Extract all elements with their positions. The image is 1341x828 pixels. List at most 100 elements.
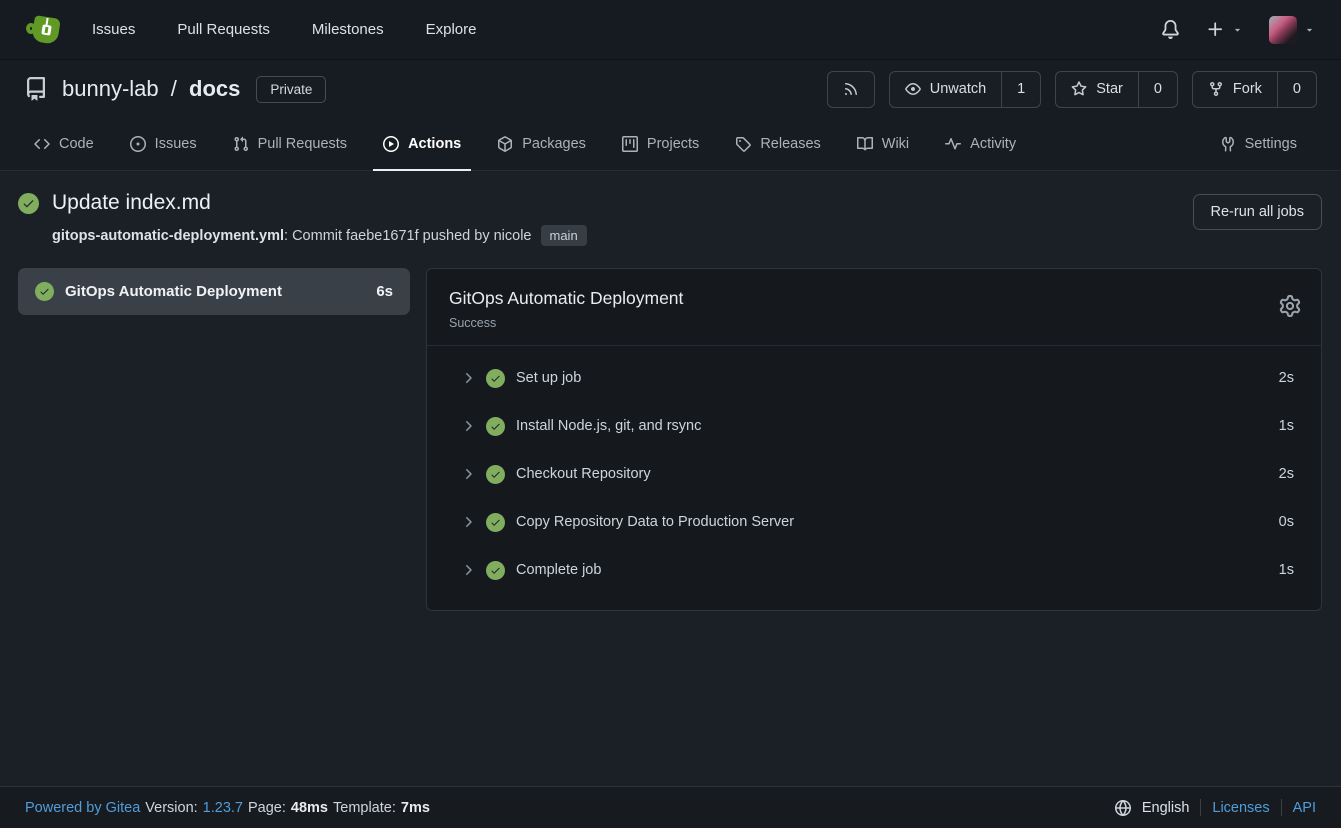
caret-down-icon	[1304, 24, 1315, 35]
branch-badge[interactable]: main	[541, 225, 587, 246]
step-name: Install Node.js, git, and rsync	[516, 418, 701, 434]
step-duration: 2s	[1279, 370, 1294, 386]
repo-title-row: bunny-lab / docs Private Unwatch 1	[24, 60, 1317, 118]
licenses-link[interactable]: Licenses	[1212, 800, 1269, 816]
star-label: Star	[1096, 81, 1123, 97]
success-check-icon	[35, 282, 54, 301]
job-detail-panel: GitOps Automatic Deployment Success Set …	[426, 268, 1322, 611]
page-time: 48ms	[291, 800, 328, 816]
language-selector[interactable]: English	[1142, 800, 1190, 816]
user-avatar	[1269, 16, 1297, 44]
template-label: Template:	[333, 800, 396, 816]
gear-icon[interactable]	[1279, 295, 1301, 317]
private-badge: Private	[256, 76, 326, 103]
tools-icon	[1220, 136, 1236, 152]
chevron-right-icon[interactable]	[460, 514, 476, 530]
watch-count[interactable]: 1	[1001, 72, 1040, 107]
fork-button[interactable]: Fork	[1193, 72, 1277, 107]
repo-name-link[interactable]: docs	[189, 76, 240, 101]
plus-icon	[1206, 20, 1225, 39]
tag-icon	[735, 136, 751, 152]
star-icon	[1071, 81, 1087, 97]
jobs-sidebar: GitOps Automatic Deployment 6s	[18, 268, 410, 315]
workflow-file-link[interactable]: gitops-automatic-deployment.yml	[52, 228, 284, 244]
nav-link-pull-requests[interactable]: Pull Requests	[177, 21, 270, 38]
powered-by-gitea-link[interactable]: Powered by Gitea	[25, 800, 140, 816]
git-pull-request-icon	[233, 136, 249, 152]
success-check-icon	[486, 513, 505, 532]
chevron-right-icon[interactable]	[460, 466, 476, 482]
gitea-logo-icon[interactable]	[26, 14, 62, 46]
repo-owner-link[interactable]: bunny-lab	[62, 76, 159, 101]
chevron-right-icon[interactable]	[460, 562, 476, 578]
caret-down-icon	[1232, 24, 1243, 35]
api-link[interactable]: API	[1293, 800, 1316, 816]
tab-actions[interactable]: Actions	[373, 119, 471, 171]
repo-breadcrumb: bunny-lab / docs	[62, 76, 240, 102]
step-row[interactable]: Copy Repository Data to Production Serve…	[427, 498, 1321, 546]
job-status: Success	[449, 316, 1299, 330]
job-duration: 6s	[376, 283, 393, 300]
template-time: 7ms	[401, 800, 430, 816]
step-row[interactable]: Checkout Repository 2s	[427, 450, 1321, 498]
star-count[interactable]: 0	[1138, 72, 1177, 107]
tab-activity[interactable]: Activity	[935, 119, 1026, 171]
tab-packages[interactable]: Packages	[487, 119, 596, 171]
navbar-links: Issues Pull Requests Milestones Explore	[92, 21, 476, 38]
code-icon	[34, 136, 50, 152]
step-name: Checkout Repository	[516, 466, 651, 482]
nav-link-explore[interactable]: Explore	[426, 21, 477, 38]
step-duration: 1s	[1279, 418, 1294, 434]
eye-icon	[905, 81, 921, 97]
fork-icon	[1208, 81, 1224, 97]
nav-link-milestones[interactable]: Milestones	[312, 21, 384, 38]
tab-issues[interactable]: Issues	[120, 119, 207, 171]
tab-projects[interactable]: Projects	[612, 119, 709, 171]
tab-pull-requests[interactable]: Pull Requests	[223, 119, 357, 171]
step-row[interactable]: Complete job 1s	[427, 546, 1321, 594]
tab-code[interactable]: Code	[24, 119, 104, 171]
version-link[interactable]: 1.23.7	[203, 800, 243, 816]
gitea-actions-page: Issues Pull Requests Milestones Explore …	[0, 0, 1341, 828]
rss-icon	[843, 81, 859, 97]
step-duration: 0s	[1279, 514, 1294, 530]
book-icon	[857, 136, 873, 152]
success-check-icon	[18, 193, 39, 214]
job-panel-header: GitOps Automatic Deployment Success	[427, 269, 1321, 346]
job-list-item[interactable]: GitOps Automatic Deployment 6s	[18, 268, 410, 315]
fork-label: Fork	[1233, 81, 1262, 97]
success-check-icon	[486, 369, 505, 388]
step-duration: 1s	[1279, 562, 1294, 578]
repo-tabs: Code Issues Pull Requests Actions Packag…	[24, 118, 1317, 170]
version-label: Version:	[145, 800, 197, 816]
rss-button[interactable]	[827, 71, 875, 108]
tab-wiki[interactable]: Wiki	[847, 119, 919, 171]
step-row[interactable]: Set up job 2s	[427, 354, 1321, 402]
unwatch-button[interactable]: Unwatch	[890, 72, 1001, 107]
star-button[interactable]: Star	[1056, 72, 1138, 107]
project-board-icon	[622, 136, 638, 152]
chevron-right-icon[interactable]	[460, 418, 476, 434]
success-check-icon	[486, 561, 505, 580]
success-check-icon	[486, 465, 505, 484]
play-circle-icon	[383, 136, 399, 152]
step-row[interactable]: Install Node.js, git, and rsync 1s	[427, 402, 1321, 450]
issue-opened-icon	[130, 136, 146, 152]
steps-list: Set up job 2s Install Node.js, git, and …	[427, 346, 1321, 610]
bell-icon[interactable]	[1161, 20, 1180, 39]
user-menu[interactable]	[1269, 16, 1315, 44]
create-new-button[interactable]	[1206, 20, 1243, 39]
nav-link-issues[interactable]: Issues	[92, 21, 135, 38]
package-icon	[497, 136, 513, 152]
fork-count[interactable]: 0	[1277, 72, 1316, 107]
run-header: Update index.md gitops-automatic-deploym…	[18, 191, 1322, 246]
step-name: Set up job	[516, 370, 581, 386]
breadcrumb-separator: /	[171, 76, 177, 101]
job-panel-title: GitOps Automatic Deployment	[449, 288, 1299, 309]
pulse-icon	[945, 136, 961, 152]
tab-settings[interactable]: Settings	[1210, 119, 1307, 171]
tab-releases[interactable]: Releases	[725, 119, 830, 171]
rerun-all-jobs-button[interactable]: Re-run all jobs	[1193, 194, 1323, 230]
chevron-right-icon[interactable]	[460, 370, 476, 386]
divider	[1200, 799, 1201, 816]
